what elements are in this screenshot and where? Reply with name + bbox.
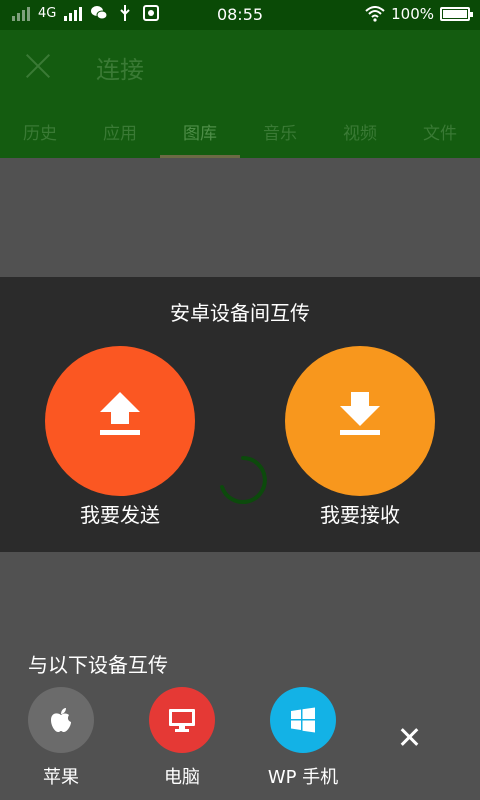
devices-title: 与以下设备互传 xyxy=(28,653,168,677)
download-icon xyxy=(340,392,380,435)
receive-button[interactable] xyxy=(285,346,435,496)
battery-icon xyxy=(440,7,473,21)
device-label: WP 手机 xyxy=(267,767,339,788)
tab-bar: 历史 应用 图库 音乐 视频 文件 xyxy=(0,114,480,158)
windows-icon xyxy=(291,707,315,733)
battery-percent: 100% xyxy=(391,5,434,23)
tab-apps[interactable]: 应用 xyxy=(80,114,160,158)
tab-history[interactable]: 历史 xyxy=(0,114,80,158)
app-header: 连接 历史 应用 图库 音乐 视频 文件 xyxy=(0,30,480,158)
tab-gallery[interactable]: 图库 xyxy=(160,114,240,158)
tab-music[interactable]: 音乐 xyxy=(240,114,320,158)
tab-files[interactable]: 文件 xyxy=(400,114,480,158)
dismiss-close-icon[interactable] xyxy=(398,726,422,750)
send-label: 我要发送 xyxy=(80,503,160,527)
device-label: 苹果 xyxy=(43,767,79,788)
close-icon[interactable] xyxy=(24,52,52,80)
wifi-icon xyxy=(365,6,385,22)
panel-title: 安卓设备间互传 xyxy=(170,301,310,325)
send-button[interactable] xyxy=(45,346,195,496)
apple-icon xyxy=(51,708,71,732)
transfer-panel: 安卓设备间互传 我要发送 我要接收 xyxy=(0,277,480,552)
pc-circle[interactable] xyxy=(149,687,215,753)
device-pc-button[interactable]: 电脑 xyxy=(132,687,232,789)
wp-circle[interactable] xyxy=(270,687,336,753)
apple-circle[interactable] xyxy=(28,687,94,753)
receive-label: 我要接收 xyxy=(320,503,400,527)
monitor-icon xyxy=(169,709,195,732)
upload-icon xyxy=(100,392,140,435)
status-bar: 4G 08:55 100% xyxy=(0,0,480,30)
device-label: 电脑 xyxy=(164,767,200,788)
tab-video[interactable]: 视频 xyxy=(320,114,400,158)
loading-spinner xyxy=(220,456,267,504)
device-apple-button[interactable]: 苹果 xyxy=(11,687,111,789)
device-wp-button[interactable]: WP 手机 xyxy=(253,687,353,789)
page-title: 连接 xyxy=(96,56,144,84)
